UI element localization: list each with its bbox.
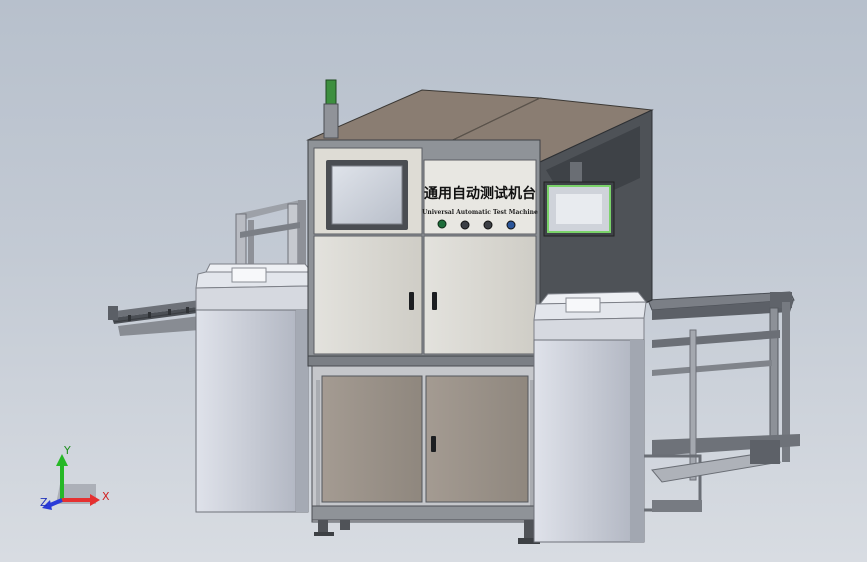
machine-title-cn: 通用自动测试机台 <box>424 185 536 202</box>
coordinate-triad: Y X Z <box>40 444 110 510</box>
door-handle-icon <box>431 436 436 452</box>
right-test-station <box>533 291 648 543</box>
cad-viewport[interactable]: 通用自动测试机台 Universal Automatic Test Machin… <box>0 0 867 562</box>
door-handle-icon <box>432 292 437 310</box>
reset-button-icon <box>483 220 493 230</box>
y-axis-label: Y <box>63 444 71 457</box>
stop-button-icon <box>506 220 516 230</box>
signal-tower-icon <box>325 79 337 105</box>
x-axis-label: X <box>102 490 110 503</box>
hmi-screen-left <box>331 165 403 225</box>
start-button-icon <box>437 219 447 229</box>
door-handle-icon <box>409 292 414 310</box>
station-top-window <box>231 267 267 283</box>
selector-knob-icon <box>460 220 470 230</box>
z-axis-label: Z <box>40 496 48 509</box>
machine-3d-model: 通用自动测试机台 Universal Automatic Test Machin… <box>40 79 800 544</box>
left-test-station <box>195 263 314 513</box>
machine-title-en: Universal Automatic Test Machine <box>422 209 538 216</box>
